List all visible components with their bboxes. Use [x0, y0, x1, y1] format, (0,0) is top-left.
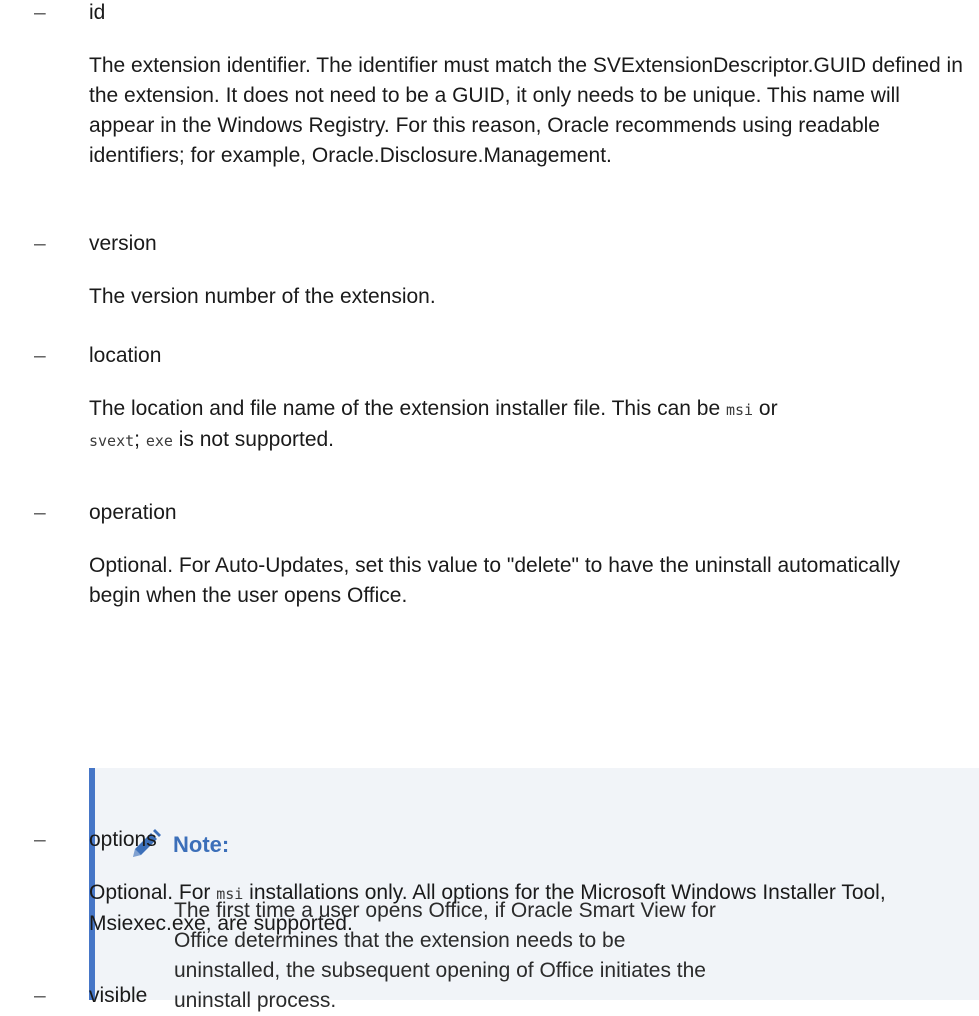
- term-id: id: [89, 1, 106, 24]
- text-segment: is not supported.: [172, 428, 335, 451]
- text-segment: Optional. For: [89, 881, 217, 904]
- text-segment: The location and file name of the extens…: [89, 397, 726, 420]
- term-options: options: [89, 828, 157, 851]
- description-options: Optional. For msi installations only. Al…: [89, 878, 949, 939]
- code-svext: svext: [89, 432, 135, 450]
- term-operation: operation: [89, 501, 177, 524]
- term-visible: visible: [89, 984, 148, 1007]
- list-dash: –: [34, 1, 46, 24]
- text-segment: or: [753, 397, 778, 420]
- code-msi: msi: [725, 401, 754, 419]
- text-segment: ;: [134, 428, 146, 451]
- description-id: The extension identifier. The identifier…: [89, 54, 963, 167]
- code-exe: exe: [145, 432, 173, 450]
- description-operation: Optional. For Auto-Updates, set this val…: [89, 554, 901, 607]
- note-title: Note:: [173, 832, 230, 857]
- code-msi: msi: [216, 885, 244, 903]
- term-location: location: [89, 344, 162, 367]
- list-dash: –: [34, 828, 46, 851]
- list-dash: –: [34, 984, 46, 1007]
- list-dash: –: [34, 501, 46, 524]
- list-dash: –: [34, 344, 46, 367]
- term-version: version: [89, 232, 157, 255]
- description-location: The location and file name of the extens…: [89, 394, 959, 456]
- list-dash: –: [34, 232, 46, 255]
- description-version: The version number of the extension.: [89, 285, 436, 308]
